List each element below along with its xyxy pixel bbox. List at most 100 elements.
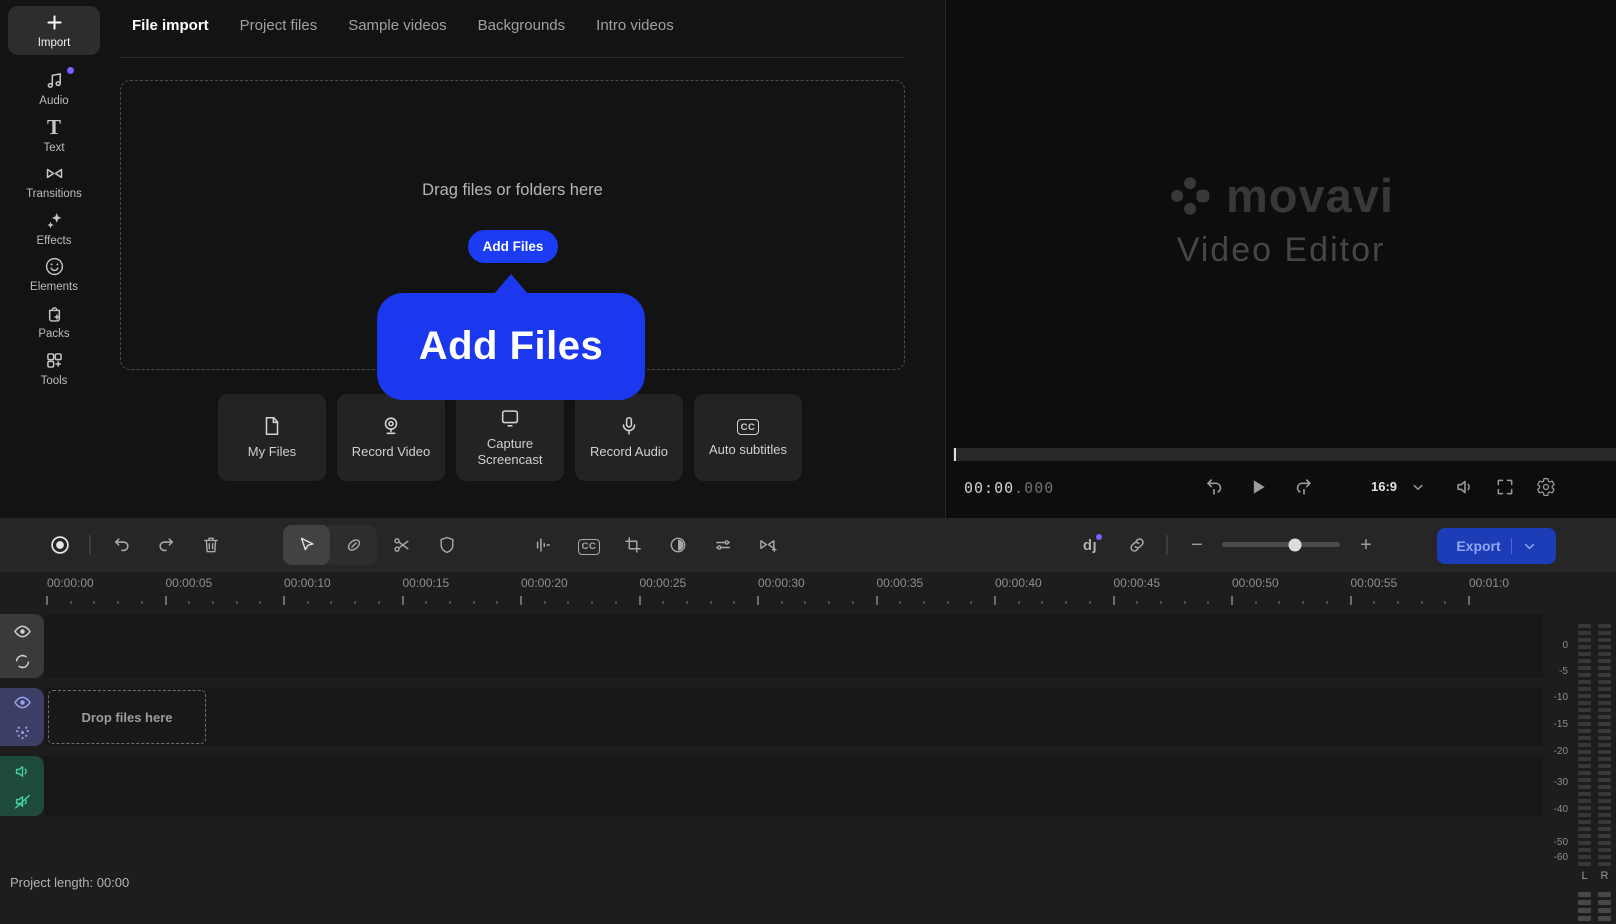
meter-segment — [1578, 764, 1591, 768]
tab-sample-videos[interactable]: Sample videos — [348, 17, 446, 34]
trash-icon — [201, 535, 221, 555]
meter-segment — [1578, 708, 1591, 712]
audio-tools-button[interactable]: dȷ — [1074, 529, 1106, 561]
sidebar-item-import[interactable]: Import — [8, 6, 100, 55]
toolbar-divider — [89, 535, 91, 555]
track-row-audio[interactable] — [44, 756, 1543, 816]
link-track-icon[interactable] — [13, 652, 32, 671]
motion-blur-icon[interactable] — [13, 723, 32, 742]
meter-channel-label: R — [1598, 870, 1611, 882]
brand-name: movavi — [1226, 168, 1394, 223]
redo-button[interactable] — [150, 529, 182, 561]
preview-settings-button[interactable] — [1531, 472, 1561, 502]
ruler-tick — [876, 596, 878, 605]
sidebar-item-elements[interactable]: Elements — [8, 250, 100, 299]
ruler-dot — [141, 601, 143, 604]
seek-playhead[interactable] — [954, 448, 956, 461]
sidebar-item-audio[interactable]: Audio — [8, 64, 100, 113]
ruler-dot — [1397, 601, 1399, 604]
timeline-ruler[interactable]: 00:00:0000:00:0500:00:1000:00:1500:00:20… — [0, 574, 1540, 610]
jump-back-button[interactable] — [1199, 472, 1229, 502]
sidebar-item-label: Import — [38, 37, 71, 49]
ruler-dot — [496, 601, 498, 604]
delete-button[interactable] — [195, 529, 227, 561]
meter-segment — [1598, 834, 1611, 838]
ruler-label: 00:00:35 — [877, 576, 924, 590]
ruler-dot — [1018, 601, 1020, 604]
eye-icon[interactable] — [13, 693, 32, 712]
split-button[interactable] — [386, 529, 418, 561]
webcam-icon — [380, 415, 402, 437]
fullscreen-button[interactable] — [1490, 472, 1520, 502]
link-clips-button[interactable] — [1121, 529, 1153, 561]
filters-button[interactable] — [707, 529, 739, 561]
select-tool-button[interactable] — [283, 525, 330, 565]
cc-icon: CC — [737, 419, 759, 435]
add-transition-button[interactable] — [752, 529, 784, 561]
meter-segment — [1598, 892, 1611, 897]
meter-segment — [1578, 694, 1591, 698]
meter-segment — [1598, 687, 1611, 691]
record-button[interactable] — [44, 529, 76, 561]
meter-segment — [1598, 631, 1611, 635]
sidebar-item-effects[interactable]: Effects — [8, 204, 100, 253]
media-panel: File import Project files Sample videos … — [108, 0, 945, 518]
meter-segment — [1578, 673, 1591, 677]
project-length-status: Project length: 00:00 — [10, 875, 129, 890]
audio-levels-button[interactable] — [527, 529, 559, 561]
tab-backgrounds[interactable]: Backgrounds — [478, 17, 566, 34]
tab-file-import[interactable]: File import — [132, 17, 209, 34]
audio-suppress-icon: dȷ — [1083, 537, 1097, 554]
ruler-dot — [1160, 601, 1162, 604]
ruler-label: 00:00:55 — [1351, 576, 1398, 590]
record-audio-card[interactable]: Record Audio — [575, 394, 683, 481]
export-button[interactable]: Export — [1437, 528, 1556, 564]
crop-button[interactable] — [617, 529, 649, 561]
track-row-video[interactable] — [44, 688, 1543, 746]
shield-button[interactable] — [431, 529, 463, 561]
aspect-ratio-selector[interactable]: 16:9 — [1371, 479, 1397, 494]
add-files-button[interactable]: Add Files — [468, 230, 558, 263]
jump-forward-button[interactable] — [1289, 472, 1319, 502]
color-adjustments-button[interactable] — [662, 529, 694, 561]
ruler-dot — [236, 601, 238, 604]
timeline-zoom-slider[interactable] — [1222, 542, 1340, 547]
zoom-out-button[interactable]: − — [1191, 535, 1203, 555]
sidebar-item-transitions[interactable]: Transitions — [8, 157, 100, 206]
ruler-dot — [1089, 601, 1091, 604]
subtitles-button[interactable]: CC — [573, 529, 605, 561]
record-video-card[interactable]: Record Video — [337, 394, 445, 481]
preview-seekbar[interactable] — [953, 448, 1616, 461]
speaker-muted-icon[interactable] — [13, 792, 32, 811]
zoom-in-button[interactable]: + — [1360, 535, 1372, 555]
undo-button[interactable] — [106, 529, 138, 561]
play-button[interactable] — [1243, 472, 1273, 502]
tab-intro-videos[interactable]: Intro videos — [596, 17, 674, 34]
ruler-dot — [354, 601, 356, 604]
auto-subtitles-card[interactable]: CC Auto subtitles — [694, 394, 802, 481]
timeline-drop-target[interactable]: Drop files here — [48, 690, 206, 744]
tab-project-files[interactable]: Project files — [240, 17, 318, 34]
extra-track-header — [0, 614, 44, 678]
tools-grid-icon — [44, 350, 65, 371]
aspect-chevron-button[interactable] — [1408, 472, 1428, 502]
sidebar-item-tools[interactable]: Tools — [8, 344, 100, 393]
meter-segment — [1578, 916, 1591, 921]
track-row-extra[interactable] — [44, 614, 1543, 678]
sliders-icon — [713, 535, 733, 555]
eye-icon[interactable] — [13, 622, 32, 641]
preview-volume-button[interactable] — [1450, 472, 1480, 502]
ruler-tick — [994, 596, 996, 605]
sidebar-item-packs[interactable]: Packs — [8, 297, 100, 346]
meter-segment — [1578, 806, 1591, 810]
meter-db-label: -50 — [1540, 837, 1568, 848]
slip-tool-button[interactable] — [330, 525, 377, 565]
zoom-slider-knob[interactable] — [1289, 539, 1302, 552]
meter-segment — [1598, 764, 1611, 768]
my-files-card[interactable]: My Files — [218, 394, 326, 481]
speaker-icon[interactable] — [13, 762, 32, 781]
sidebar-item-text[interactable]: T Text — [8, 111, 100, 160]
ruler-dot — [591, 601, 593, 604]
meter-segment — [1598, 645, 1611, 649]
capture-screencast-card[interactable]: Capture Screencast — [456, 394, 564, 481]
